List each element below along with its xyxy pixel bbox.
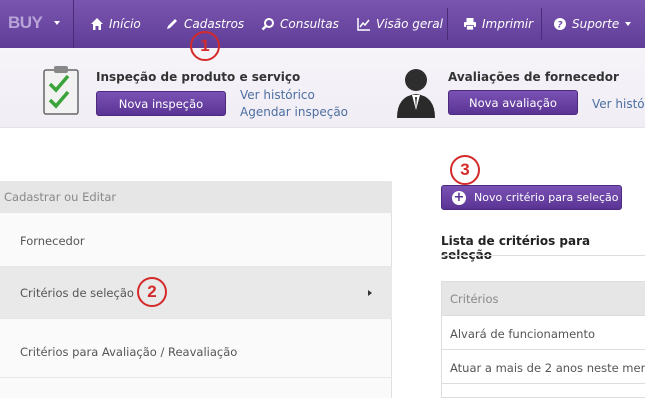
inspection-history-link[interactable]: Ver histórico — [240, 88, 315, 102]
shortcut-band: Inspeção de produto e serviço Nova inspe… — [0, 48, 645, 128]
menu-item-label: Critérios para Avaliação / Reavaliação — [20, 344, 238, 359]
clipboard-checklist-icon — [42, 64, 82, 120]
nav-label: Início — [109, 17, 141, 31]
pencil-icon — [165, 17, 179, 31]
supplier-history-link[interactable]: Ver históric — [592, 97, 645, 111]
table-row[interactable]: Atuar a mais de 2 anos neste mercado — [442, 349, 645, 383]
nav-label: Suporte — [572, 17, 620, 31]
callout-3: 3 — [450, 155, 480, 185]
nav-imprimir[interactable]: Imprimir — [463, 0, 533, 48]
nav-label: Visão geral — [376, 17, 443, 31]
inspection-title: Inspeção de produto e serviço — [96, 70, 301, 84]
nav-visao-geral[interactable]: Visão geral — [357, 0, 443, 48]
menu-item-criterios-avaliacao[interactable]: Critérios para Avaliação / Reavaliação — [0, 326, 392, 378]
callout-2: 2 — [137, 277, 167, 307]
new-criterion-button[interactable]: + Novo critério para seleção — [441, 185, 622, 210]
menu-item-fornecedor[interactable]: Fornecedor — [0, 215, 392, 267]
schedule-inspection-link[interactable]: Agendar inspeção — [240, 105, 348, 119]
home-icon — [90, 17, 104, 31]
nav-label: Imprimir — [482, 17, 534, 31]
chevron-down-icon — [625, 22, 632, 26]
menu-item-label: Critérios de seleção — [20, 285, 134, 300]
table-row[interactable]: Alvará de funcionamento — [442, 315, 645, 349]
chevron-right-icon — [368, 290, 372, 296]
new-evaluation-button[interactable]: Nova avaliação — [448, 90, 578, 115]
search-icon — [261, 17, 275, 31]
nav-inicio[interactable]: Início — [90, 0, 141, 48]
nav-label: Cadastros — [184, 17, 245, 31]
businessman-icon — [393, 66, 439, 122]
table-header: Critérios — [442, 282, 645, 315]
new-inspection-button[interactable]: Nova inspeção — [96, 91, 226, 116]
nav-suporte[interactable]: ? Suporte — [553, 0, 632, 48]
nav-divider — [541, 8, 542, 40]
svg-text:?: ? — [557, 21, 562, 31]
brand-logo: BUY — [8, 13, 43, 32]
list-title: Lista de critérios para seleção — [441, 234, 591, 262]
top-navbar: BUY Início Cadastros Consultas Visão ger… — [0, 0, 645, 48]
brand-menu[interactable]: BUY — [0, 0, 74, 48]
nav-consultas[interactable]: Consultas — [261, 0, 339, 48]
menu-item-criterios-selecao[interactable]: Critérios de seleção — [0, 267, 392, 319]
menu-item-label: Fornecedor — [20, 233, 85, 248]
divider — [441, 255, 645, 256]
callout-1: 1 — [190, 31, 220, 61]
table-row[interactable]: Certificação ISO 9001:2015 — [442, 383, 645, 397]
new-criterion-label: Novo critério para seleção — [474, 191, 619, 204]
plus-circle-icon: + — [452, 189, 466, 205]
chevron-down-icon — [54, 21, 60, 25]
criteria-table: Critérios Alvará de funcionamento Atuar … — [441, 281, 645, 398]
nav-divider — [447, 8, 448, 40]
chart-icon — [357, 17, 371, 31]
help-icon: ? — [553, 17, 567, 31]
supplier-eval-title: Avaliações de fornecedor — [448, 70, 619, 84]
panel-header: Cadastrar ou Editar — [0, 181, 392, 213]
nav-label: Consultas — [280, 17, 339, 31]
printer-icon — [463, 17, 477, 31]
register-edit-panel: Cadastrar ou Editar Fornecedor Critérios… — [0, 181, 392, 398]
